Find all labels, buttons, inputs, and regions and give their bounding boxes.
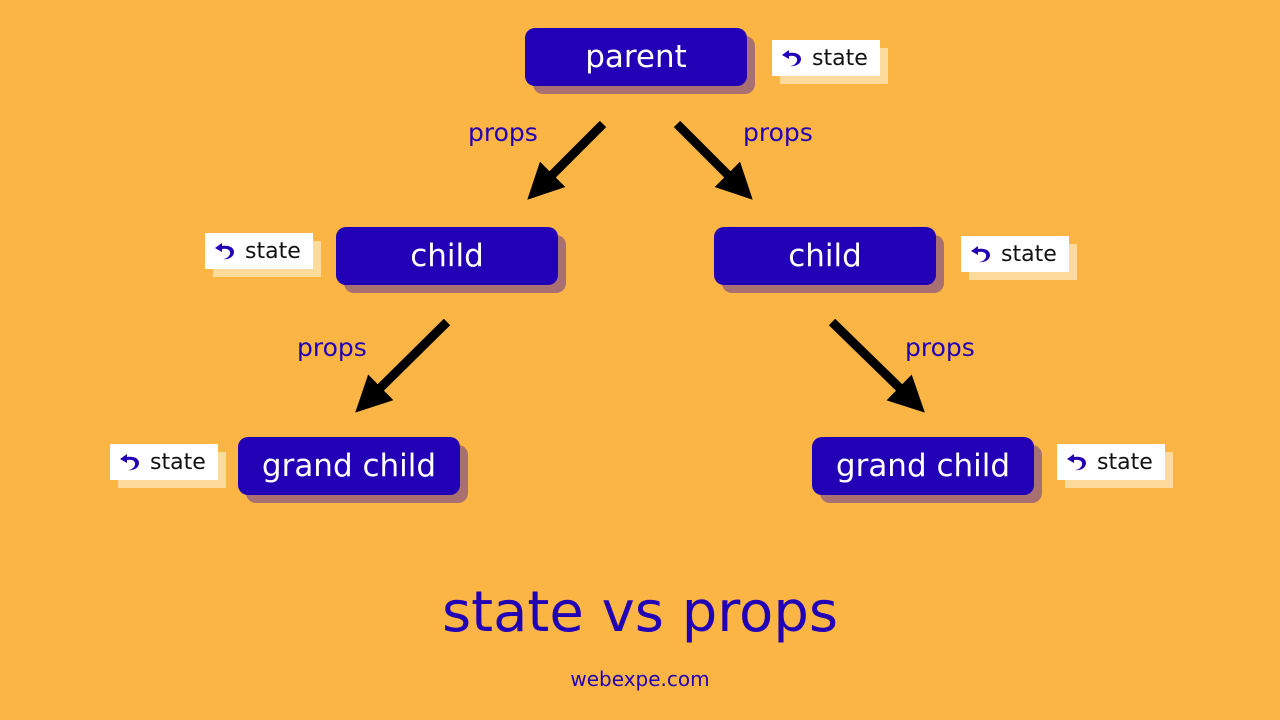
state-badge-grandchild-right: state xyxy=(1057,444,1165,480)
state-label: state xyxy=(1001,241,1057,267)
arrow-parent-to-child-left xyxy=(527,120,607,200)
node-parent: parent xyxy=(525,28,747,86)
undo-arrow-icon xyxy=(782,50,801,67)
undo-arrow-icon xyxy=(971,246,990,263)
state-label: state xyxy=(1097,449,1153,475)
arrow-child-to-grandchild-left xyxy=(355,318,451,413)
state-label: state xyxy=(812,45,868,71)
props-label-child-right: props xyxy=(905,333,975,362)
state-label: state xyxy=(245,238,301,264)
state-badge-grandchild-left: state xyxy=(110,444,218,480)
props-label-parent-right: props xyxy=(743,118,813,147)
node-grandchild-left: grand child xyxy=(238,437,460,495)
arrow-parent-to-child-right xyxy=(673,120,753,200)
undo-arrow-icon xyxy=(1067,454,1086,471)
state-badge-parent: state xyxy=(772,40,880,76)
node-child-left: child xyxy=(336,227,558,285)
undo-arrow-icon xyxy=(120,454,139,471)
diagram-title: state vs props xyxy=(441,580,839,645)
undo-arrow-icon xyxy=(215,243,234,260)
footer-site: webexpe.com xyxy=(570,667,710,691)
state-badge-child-left: state xyxy=(205,233,313,269)
state-label: state xyxy=(150,449,206,475)
props-label-child-left: props xyxy=(297,333,367,362)
node-grandchild-right: grand child xyxy=(812,437,1034,495)
arrow-child-to-grandchild-right xyxy=(828,318,925,413)
state-badge-child-right: state xyxy=(961,236,1069,272)
node-child-right: child xyxy=(714,227,936,285)
props-label-parent-left: props xyxy=(468,118,538,147)
